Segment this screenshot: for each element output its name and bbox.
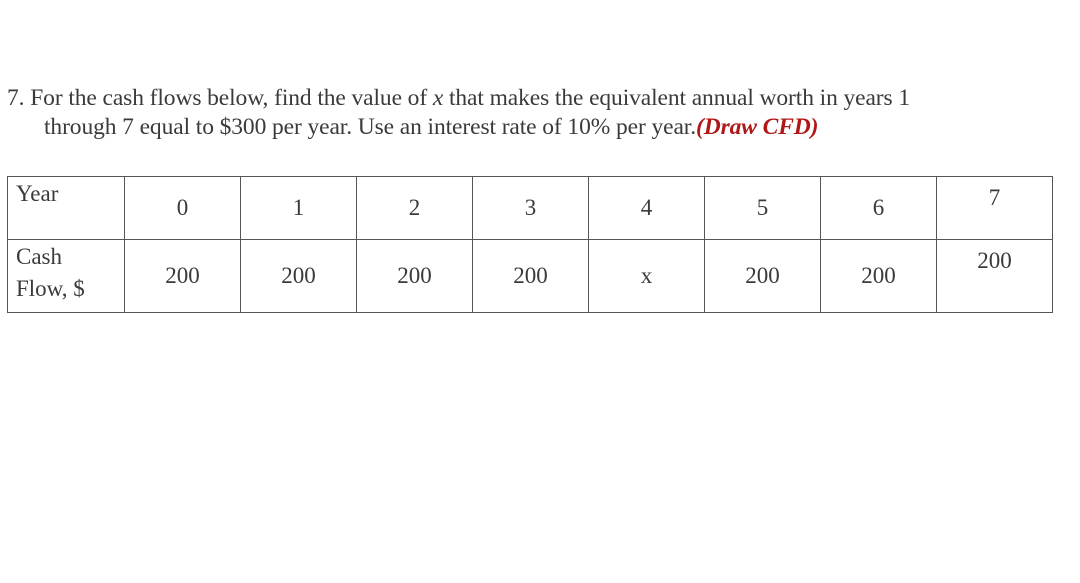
question-line2: through 7 equal to $300 per year. Use an… xyxy=(7,113,1077,142)
year-label: Year xyxy=(7,176,125,240)
year-cell: 3 xyxy=(472,176,589,240)
cash-flow-cell: 200 xyxy=(124,239,241,313)
year-cell: 1 xyxy=(240,176,357,240)
question-text: 7. For the cash flows below, find the va… xyxy=(7,84,1077,142)
variable-x: x xyxy=(432,85,444,111)
year-cell: 4 xyxy=(588,176,705,240)
cash-flow-cell: 200 xyxy=(356,239,473,313)
year-cell: 6 xyxy=(820,176,937,240)
year-cell: 5 xyxy=(704,176,821,240)
year-cell: 7 xyxy=(936,176,1053,240)
cash-flow-row: Cash Flow, $ 200 200 200 200 x 200 200 2… xyxy=(7,239,1053,313)
cash-flow-cell: 200 xyxy=(704,239,821,313)
question-number: 7. xyxy=(7,85,25,111)
question-text-part1: For the cash flows below, find the value… xyxy=(24,85,433,111)
cash-flow-label: Cash Flow, $ xyxy=(7,239,125,313)
year-cell: 2 xyxy=(356,176,473,240)
cash-flow-cell: 200 xyxy=(240,239,357,313)
year-row: Year 0 1 2 3 4 5 6 7 xyxy=(7,176,1053,240)
cash-flow-label-line1: Cash xyxy=(16,244,62,269)
cash-flow-table: Year 0 1 2 3 4 5 6 7 Cash Flow, $ 200 20… xyxy=(7,176,1053,313)
cash-flow-cell: 200 xyxy=(820,239,937,313)
year-cell: 0 xyxy=(124,176,241,240)
question-text-part2: that makes the equivalent annual worth i… xyxy=(443,85,911,111)
draw-cfd-instruction: (Draw CFD) xyxy=(695,114,819,140)
cash-flow-label-line2: Flow, $ xyxy=(16,276,85,301)
question-text-line2: through 7 equal to $300 per year. Use an… xyxy=(44,114,696,140)
cash-flow-cell: 200 xyxy=(472,239,589,313)
cash-flow-cell: 200 xyxy=(936,239,1053,313)
cash-flow-cell: x xyxy=(588,239,705,313)
